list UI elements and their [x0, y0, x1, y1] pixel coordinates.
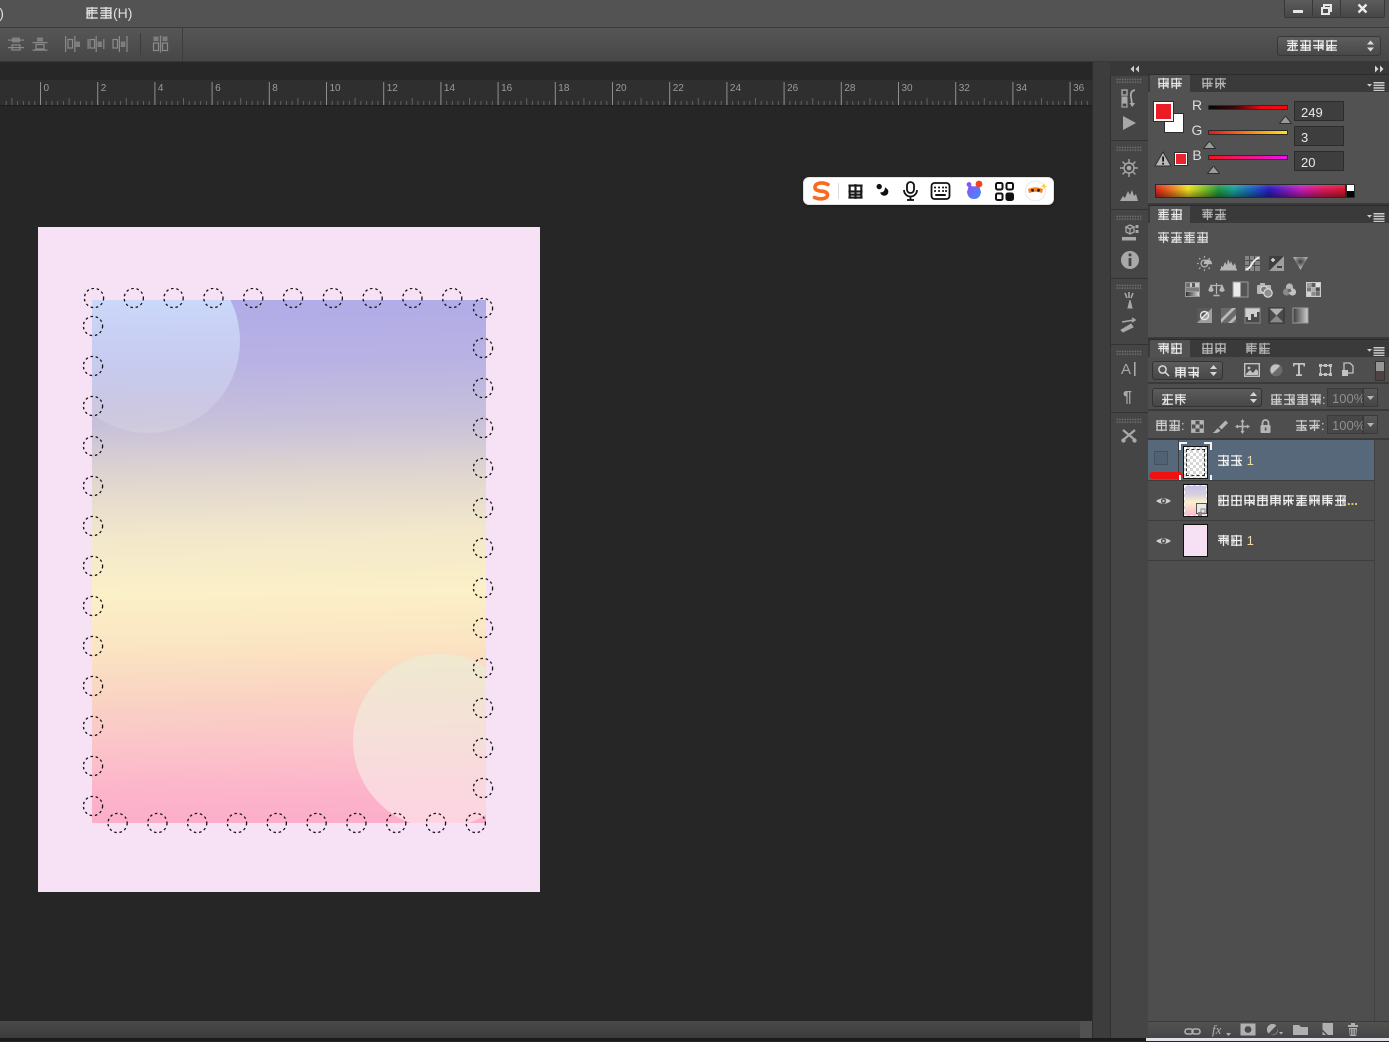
- svg-text:20: 20: [616, 83, 628, 94]
- svg-text:12: 12: [387, 83, 399, 94]
- svg-text:fx: fx: [1212, 1022, 1222, 1037]
- svg-text:36: 36: [1073, 83, 1085, 94]
- svg-text:8: 8: [272, 83, 278, 94]
- svg-text:10: 10: [330, 83, 342, 94]
- svg-text:6: 6: [215, 83, 221, 94]
- svg-text:32: 32: [959, 83, 971, 94]
- svg-text:¶: ¶: [1123, 389, 1132, 406]
- svg-text:28: 28: [844, 83, 856, 94]
- svg-text:18: 18: [558, 83, 570, 94]
- svg-text:22: 22: [673, 83, 685, 94]
- svg-text:2: 2: [101, 83, 107, 94]
- svg-text:A: A: [1121, 361, 1131, 378]
- svg-text:24: 24: [730, 83, 742, 94]
- svg-text:14: 14: [444, 83, 456, 94]
- svg-text:30: 30: [902, 83, 914, 94]
- svg-text:26: 26: [787, 83, 799, 94]
- svg-text:34: 34: [1016, 83, 1028, 94]
- svg-text:4: 4: [158, 83, 164, 94]
- svg-text:16: 16: [501, 83, 513, 94]
- svg-text:0: 0: [44, 83, 50, 94]
